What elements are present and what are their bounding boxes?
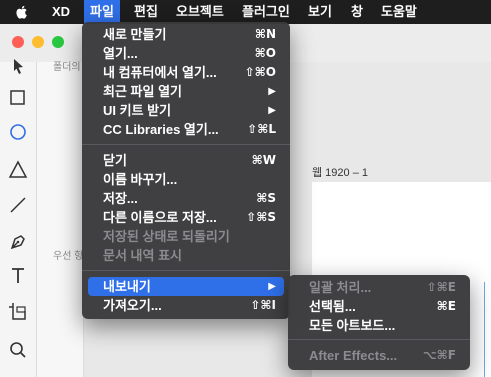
file-menu-item-label: UI 키트 받기 — [103, 103, 172, 118]
export-menu-item-shortcut: ⇧⌘E — [426, 280, 456, 294]
file-menu-item-14[interactable]: 가져오기... ⇧⌘I — [88, 296, 284, 315]
menu-bar: XD 파일 편집 오브젝트 플러그인 보기 창 도움말 — [0, 0, 491, 24]
file-menu-item-shortcut: ⇧⌘O — [244, 65, 276, 79]
export-menu-item-shortcut: ⌥⌘F — [422, 348, 456, 362]
file-menu-item-1[interactable]: 새로 만들기 ⌘N — [88, 25, 284, 44]
layers-panel: 폴더의 ... 우선 항... — [37, 62, 92, 377]
file-menu-item-6[interactable]: CC Libraries 열기... ⇧⌘L — [88, 120, 284, 139]
export-menu-item-label: After Effects... — [309, 348, 398, 363]
export-submenu: 일괄 처리... ⇧⌘E 선택됨... ⌘E 모든 아트보드... After Effec… — [288, 275, 470, 370]
file-menu-item-shortcut: ⌘S — [256, 191, 276, 205]
apple-icon[interactable] — [14, 4, 30, 20]
menu-window[interactable]: 창 — [345, 0, 369, 24]
menu-separator — [82, 270, 290, 271]
file-menu-item-label: 문서 내역 표시 — [103, 248, 182, 263]
export-menu-item-2[interactable]: 선택됨... ⌘E — [294, 297, 464, 316]
text-icon[interactable] — [6, 264, 30, 288]
file-menu-item-11: 저장된 상태로 되돌리기 — [88, 227, 284, 246]
select-icon[interactable] — [6, 56, 30, 80]
file-menu-item-shortcut: ⇧⌘I — [250, 298, 276, 312]
menu-view[interactable]: 보기 — [302, 0, 338, 24]
export-menu-item-label: 일괄 처리... — [309, 280, 372, 295]
file-menu-item-label: 닫기 — [103, 153, 127, 168]
menu-xd[interactable]: XD — [46, 0, 76, 24]
file-menu-item-label: 최근 파일 열기 — [103, 84, 182, 99]
zoom-button[interactable] — [52, 36, 64, 48]
file-menu-item-label: 이름 바꾸기... — [103, 172, 178, 187]
file-menu-item-shortcut: ⌘W — [251, 153, 276, 167]
file-menu-item-2[interactable]: 열기... ⌘O — [88, 44, 284, 63]
chevron-right-icon: ▶ — [268, 86, 276, 97]
file-menu-item-label: 새로 만들기 — [103, 27, 167, 42]
file-menu-item-label: 내보내기 — [103, 279, 151, 294]
tool-bar — [0, 59, 37, 377]
menu-separator — [288, 339, 470, 340]
file-menu-item-label: 열기... — [103, 46, 138, 61]
pen-icon[interactable] — [6, 230, 30, 254]
file-menu-item-shortcut: ⌘N — [254, 27, 276, 41]
file-menu-item-7[interactable]: 닫기 ⌘W — [88, 151, 284, 170]
chevron-right-icon: ▶ — [268, 105, 276, 116]
selection-edge — [484, 282, 485, 377]
file-menu-item-shortcut: ⇧⌘L — [247, 122, 276, 136]
file-menu-item-5[interactable]: UI 키트 받기 ▶ — [88, 101, 284, 120]
line-icon[interactable] — [6, 193, 30, 217]
file-menu-item-label: 다른 이름으로 저장... — [103, 210, 217, 225]
file-menu-item-label: 저장... — [103, 191, 138, 206]
export-menu-item-shortcut: ⌘E — [436, 299, 456, 313]
file-menu-item-9[interactable]: 저장... ⌘S — [88, 189, 284, 208]
export-menu-item-4: After Effects... ⌥⌘F — [294, 346, 464, 365]
menu-edit[interactable]: 편집 — [128, 0, 164, 24]
menu-plugins[interactable]: 플러그인 — [236, 0, 296, 24]
menu-help[interactable]: 도움말 — [375, 0, 423, 24]
file-menu-item-8[interactable]: 이름 바꾸기... — [88, 170, 284, 189]
file-menu-item-label: 내 컴퓨터에서 열기... — [103, 65, 217, 80]
file-menu-item-12: 문서 내역 표시 — [88, 246, 284, 265]
export-menu-item-label: 모든 아트보드... — [309, 318, 396, 333]
file-menu: 새로 만들기 ⌘N 열기... ⌘O 내 컴퓨터에서 열기... ⇧⌘O 최근 파일 열기 ▶… — [82, 22, 290, 319]
file-menu-item-10[interactable]: 다른 이름으로 저장... ⇧⌘S — [88, 208, 284, 227]
artboard-icon[interactable] — [6, 300, 30, 324]
menu-separator — [82, 144, 290, 145]
export-menu-item-1: 일괄 처리... ⇧⌘E — [294, 278, 464, 297]
menu-object[interactable]: 오브젝트 — [170, 0, 230, 24]
export-menu-item-3[interactable]: 모든 아트보드... — [294, 316, 464, 335]
triangle-icon[interactable] — [6, 158, 30, 182]
file-menu-item-shortcut: ⇧⌘S — [246, 210, 276, 224]
ellipse-icon[interactable] — [6, 120, 30, 144]
artboard-label[interactable]: 웹 1920 – 1 — [312, 164, 368, 180]
file-menu-item-13[interactable]: 내보내기 ▶ — [88, 277, 284, 296]
export-menu-item-label: 선택됨... — [309, 299, 356, 314]
close-button[interactable] — [12, 36, 24, 48]
file-menu-item-label: 저장된 상태로 되돌리기 — [103, 229, 230, 244]
zoom-icon[interactable] — [6, 338, 30, 362]
rectangle-icon[interactable] — [6, 86, 30, 110]
minimize-button[interactable] — [32, 36, 44, 48]
file-menu-item-label: CC Libraries 열기... — [103, 122, 219, 137]
chevron-right-icon: ▶ — [268, 281, 276, 292]
menu-file[interactable]: 파일 — [84, 0, 120, 24]
file-menu-item-3[interactable]: 내 컴퓨터에서 열기... ⇧⌘O — [88, 63, 284, 82]
file-menu-item-shortcut: ⌘O — [254, 46, 276, 60]
file-menu-item-label: 가져오기... — [103, 298, 162, 313]
file-menu-item-4[interactable]: 최근 파일 열기 ▶ — [88, 82, 284, 101]
